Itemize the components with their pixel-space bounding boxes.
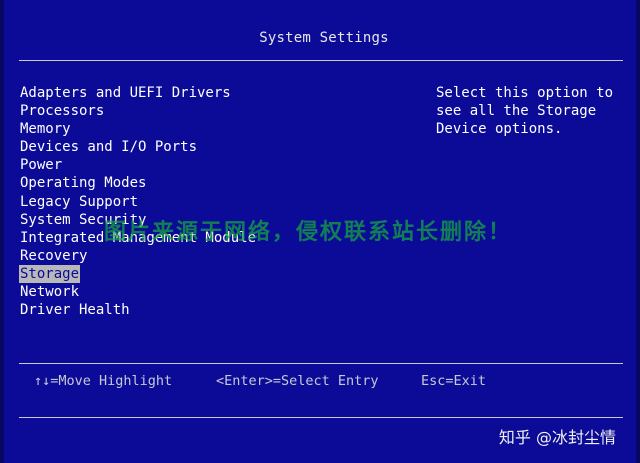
help-line: Device options. [436,121,563,137]
top-divider [19,60,623,61]
menu-item-label: Operating Modes [20,175,147,192]
footer-enter-hint: <Enter>=Select Entry [216,373,379,389]
menu-item-label: Memory [20,121,71,138]
menu-item-label: Storage [19,264,81,283]
source-credit: 知乎 @冰封尘情 [498,428,616,447]
menu-item-label: Driver Health [20,302,130,319]
menu-item-label: Devices and I/O Ports [20,139,198,156]
menu-item-adapters-uefi-drivers[interactable]: Adapters and UEFI Drivers [19,84,257,102]
help-line: see all the Storage [436,103,597,119]
page-title: System Settings [259,30,389,46]
menu-item-processors[interactable]: Processors [19,102,257,120]
menu-item-label: Legacy Support [20,193,139,210]
menu-item-legacy-support[interactable]: Legacy Support [19,193,257,211]
help-line: Select this option to [436,85,614,101]
menu-item-operating-modes[interactable]: Operating Modes [19,174,257,192]
footer-move-hint: ↑↓=Move Highlight [34,373,173,389]
menu-item-label: Power [20,157,63,174]
menu-item-storage[interactable]: Storage [19,264,257,283]
menu-item-memory[interactable]: Memory [19,120,257,138]
menu-item-label: Network [20,284,80,301]
menu-item-label: Adapters and UEFI Drivers [20,85,231,101]
footer-esc-hint: Esc=Exit [421,373,487,389]
bios-screen: System Settings Adapters and UEFI Driver… [0,0,640,463]
footer-top-divider [19,363,623,364]
menu-item-network[interactable]: Network [19,283,257,301]
watermark-overlay: 图片来源于网络，侵权联系站长删除！ [104,220,513,245]
menu-item-power[interactable]: Power [19,156,257,174]
footer-bottom-divider [19,417,623,418]
help-text: Select this option to see all the Storag… [436,84,616,138]
menu-item-devices-io-ports[interactable]: Devices and I/O Ports [19,138,257,156]
menu-item-label: Recovery [20,247,88,264]
menu-item-driver-health[interactable]: Driver Health [19,301,257,319]
menu-item-label: Processors [20,103,105,120]
settings-menu: Adapters and UEFI Drivers Processors Mem… [19,84,257,319]
menu-item-recovery[interactable]: Recovery [19,247,257,265]
